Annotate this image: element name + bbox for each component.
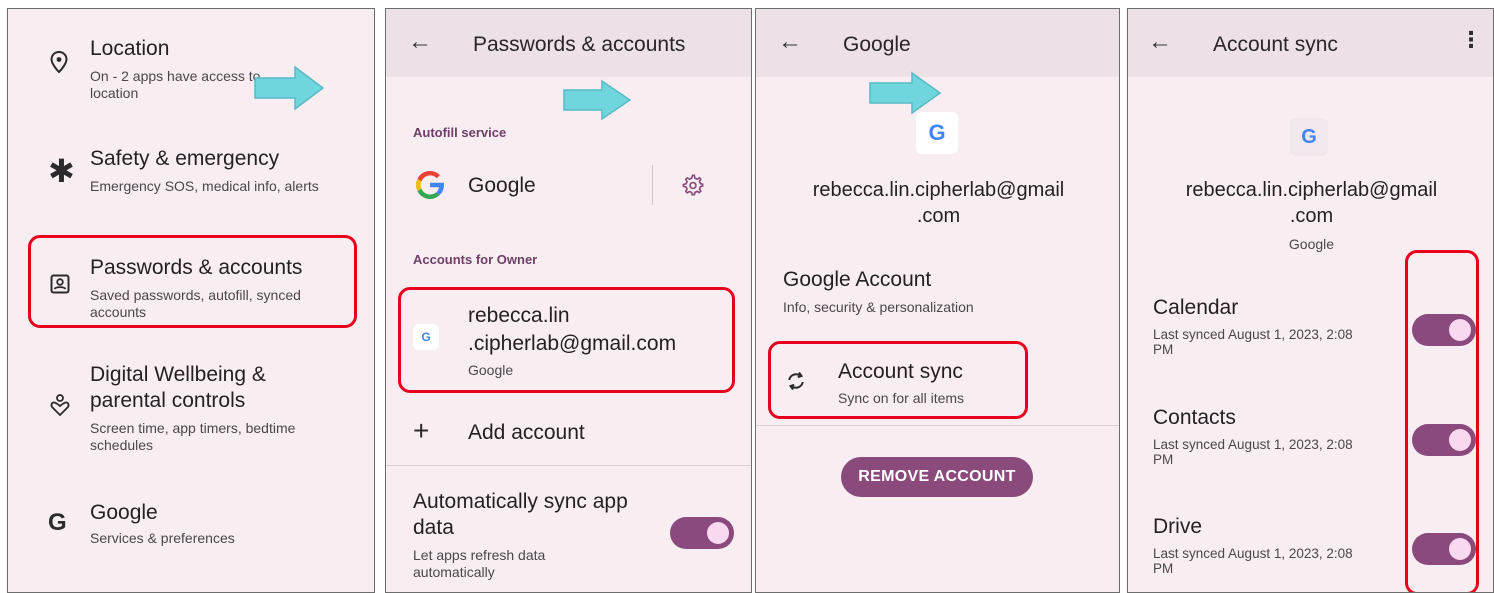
add-account-label: Add account (468, 421, 585, 444)
annotation-arrow-icon (563, 79, 632, 121)
settings-item-subtitle: Emergency SOS, medical info, alerts (90, 178, 319, 194)
google-logo-icon (415, 170, 444, 200)
settings-panel: Location On - 2 apps have access to loca… (7, 8, 375, 593)
annotation-arrow-icon (254, 65, 325, 111)
sync-item-last-synced-suffix: PM (1153, 452, 1174, 467)
app-bar: ← Passwords & accounts (386, 9, 751, 77)
divider (652, 165, 653, 205)
settings-item-digital-wellbeing[interactable]: Digital Wellbeing & parental controls Sc… (8, 359, 374, 459)
google-account-title: Google Account (783, 268, 932, 291)
location-pin-icon (50, 51, 68, 73)
divider (386, 465, 751, 466)
divider (756, 425, 1119, 426)
settings-item-safety[interactable]: ✱ Safety & emergency Emergency SOS, medi… (8, 141, 374, 213)
plus-icon: + (413, 415, 430, 446)
settings-item-title: Location (90, 37, 170, 60)
account-sync-panel: ← Account sync ⋮ G rebecca.lin.cipherlab… (1127, 8, 1494, 593)
settings-item-subtitle: Services & preferences (90, 530, 235, 546)
back-arrow-icon[interactable]: ← (778, 27, 802, 57)
app-bar: ← Google (756, 9, 1119, 77)
gear-icon[interactable] (682, 174, 704, 196)
page-title: Google (843, 33, 911, 56)
google-logo-icon: G (916, 112, 958, 154)
google-account-subtitle: Info, security & personalization (783, 299, 974, 315)
google-account-row[interactable]: Google Account Info, security & personal… (756, 265, 1119, 325)
autosync-row[interactable]: Automatically sync app data Let apps ref… (386, 485, 751, 585)
toggle-knob (707, 522, 729, 544)
sync-item-name: Drive (1153, 515, 1203, 538)
autosync-subtitle: Let apps refresh data automatically (413, 547, 546, 580)
sync-item-last-synced-suffix: PM (1153, 561, 1174, 576)
sync-item-last-synced: Last synced August 1, 2023, 2:08 (1153, 546, 1353, 561)
settings-item-subtitle: Screen time, app timers, bedtime schedul… (90, 420, 296, 453)
annotation-arrow-icon (869, 71, 942, 115)
back-arrow-icon[interactable]: ← (1148, 27, 1172, 57)
settings-item-title: Digital Wellbeing & parental controls (90, 363, 266, 412)
autofill-provider-name: Google (468, 174, 536, 197)
passwords-accounts-panel: ← Passwords & accounts Autofill service … (385, 8, 752, 593)
account-email-line2: .com (1289, 205, 1334, 227)
sync-item-last-synced: Last synced August 1, 2023, 2:08 (1153, 327, 1353, 342)
page-title: Account sync (1213, 33, 1338, 56)
add-account-button[interactable]: + Add account (386, 409, 751, 459)
remove-account-button[interactable]: REMOVE ACCOUNT (841, 457, 1033, 497)
highlight-box (398, 287, 735, 393)
sync-item-name: Calendar (1153, 296, 1239, 319)
google-account-panel: ← Google G rebecca.lin.cipherlab@gmail .… (755, 8, 1120, 593)
google-logo-icon: G (1290, 118, 1328, 156)
app-bar: ← Account sync ⋮ (1128, 9, 1493, 77)
settings-item-title: Google (90, 501, 158, 524)
autofill-section-header: Autofill service (413, 125, 507, 140)
autosync-toggle[interactable] (670, 517, 734, 549)
settings-item-title: Safety & emergency (90, 147, 280, 170)
settings-item-google[interactable]: G Google Services & preferences (8, 497, 374, 561)
account-email-line2: .com (916, 205, 961, 227)
back-arrow-icon[interactable]: ← (408, 27, 432, 57)
account-email: rebecca.lin.cipherlab@gmail .com (1128, 177, 1493, 229)
autosync-title: Automatically sync app data (413, 490, 628, 539)
google-g-icon: G (48, 509, 67, 536)
more-options-icon[interactable]: ⋮ (1460, 29, 1482, 51)
accounts-section-header: Accounts for Owner (413, 252, 538, 267)
autofill-provider-row[interactable]: Google (386, 157, 751, 213)
sync-item-last-synced: Last synced August 1, 2023, 2:08 (1153, 437, 1353, 452)
account-email-line1: rebecca.lin.cipherlab@gmail (812, 179, 1065, 201)
highlight-box (768, 341, 1028, 419)
account-email: rebecca.lin.cipherlab@gmail .com (756, 177, 1119, 229)
sync-item-name: Contacts (1153, 406, 1236, 429)
account-email-line1: rebecca.lin.cipherlab@gmail (1185, 179, 1438, 201)
wellbeing-icon (50, 394, 70, 417)
highlight-box (28, 235, 357, 328)
sync-item-last-synced-suffix: PM (1153, 342, 1174, 357)
highlight-box (1405, 250, 1479, 592)
page-title: Passwords & accounts (473, 33, 686, 56)
asterisk-icon: ✱ (48, 153, 75, 189)
